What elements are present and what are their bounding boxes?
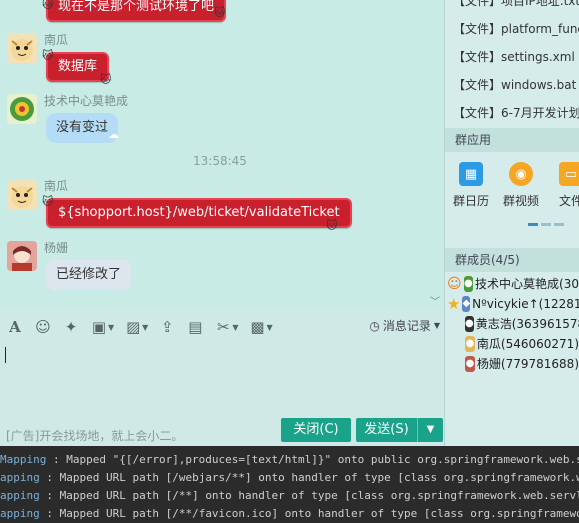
sender-name: 南瓜	[44, 179, 69, 193]
app-label: 群日历	[452, 194, 489, 208]
star-icon: ★	[447, 295, 461, 313]
avatar: ●	[465, 356, 475, 372]
calendar-icon: ▦	[459, 162, 483, 186]
gift-icon[interactable]: ▤	[182, 316, 208, 338]
group-apps-header: 群应用	[445, 128, 579, 152]
app-label: 群视频	[502, 194, 539, 208]
chevron-down-icon[interactable]: ▼	[232, 323, 238, 332]
avatar: ●	[465, 316, 474, 332]
member-item[interactable]: ● 南瓜(546060271)	[445, 334, 579, 354]
history-icon: ◷	[369, 318, 380, 333]
emoji-icon[interactable]: ☺	[30, 316, 56, 338]
cartoon-decoration-icon: 🐱	[100, 73, 112, 86]
message-bubble: 已经修改了	[46, 260, 132, 290]
close-button[interactable]: 关闭(C)	[281, 418, 351, 442]
text-caret	[5, 347, 6, 363]
file-item[interactable]: 【文件】6-7月开发计划.x	[445, 99, 579, 127]
member-item[interactable]: ● 黄志浩(363961578)	[445, 314, 579, 334]
member-name: 技术中心莫艳成(30	[475, 277, 579, 291]
chevron-down-icon[interactable]: ▼	[108, 323, 114, 332]
avatar: ●	[463, 276, 474, 292]
collapse-arrow-icon[interactable]: ﹀	[430, 293, 440, 308]
avatar[interactable]	[7, 94, 37, 124]
cartoon-decoration-icon: 🐱	[42, 49, 54, 62]
console-log[interactable]: Mapping : Mapped "{[/error],produces=[te…	[0, 446, 579, 523]
folder-icon: ▭	[559, 162, 579, 186]
cartoon-decoration-icon: 🐱	[42, 195, 54, 208]
avatar[interactable]	[7, 33, 37, 63]
message-timestamp: 13:58:45	[193, 154, 247, 168]
message-history-button[interactable]: ◷ 消息记录 ▼	[369, 317, 440, 334]
file-item[interactable]: 【文件】windows.bat	[445, 71, 579, 99]
avatar: ●	[465, 336, 475, 352]
avatar[interactable]	[7, 180, 37, 210]
member-item[interactable]: ★ ◆ Nºvicykie↑(1228115	[445, 294, 579, 314]
log-line: apping : Mapped URL path [/**/favicon.ic…	[0, 507, 579, 520]
input-toolbar: A ☺ ✦ ▣ ▼ ▨ ▼ ⇪ ▤ ✂ ▼ ▩ ▼ ◷ 消息记录 ▼	[0, 313, 444, 341]
app-files[interactable]: ▭ 文件	[549, 162, 579, 209]
magic-icon[interactable]: ✦	[58, 316, 84, 338]
log-line: apping : Mapped URL path [/**] onto hand…	[0, 489, 579, 502]
owner-icon: ☺	[447, 276, 462, 292]
sender-name: 杨姗	[44, 241, 69, 255]
member-name: 南瓜(546060271)	[476, 337, 579, 351]
video-icon: ◉	[509, 162, 533, 186]
shared-file-list: 【文件】项目IP地址.txt 【文件】platform_function 【文件…	[445, 0, 579, 127]
message-bubble: 现在不是那个测试环境了吧	[46, 0, 227, 22]
file-item[interactable]: 【文件】项目IP地址.txt	[445, 0, 579, 15]
member-list: ☺ ● 技术中心莫艳成(30 ★ ◆ Nºvicykie↑(1228115 ● …	[445, 272, 579, 374]
member-name: 黄志浩(363961578)	[475, 317, 579, 331]
send-options-dropdown[interactable]: ▼	[418, 418, 443, 442]
page-indicator[interactable]	[528, 223, 564, 226]
cartoon-decoration-icon: 🐱	[42, 0, 54, 11]
member-name: Nºvicykie↑(1228115	[472, 297, 579, 311]
avatar: ◆	[462, 296, 471, 312]
sender-name: 南瓜	[44, 33, 69, 47]
send-label[interactable]: 发送(S)	[356, 418, 418, 442]
message-bubble: ${shopport.host}/web/ticket/validateTick…	[46, 198, 352, 228]
member-item[interactable]: ● 杨姗(779781688)	[445, 354, 579, 374]
ad-text[interactable]: [广告]开会找场地，就上会小二。	[6, 427, 183, 444]
file-item[interactable]: 【文件】platform_function	[445, 15, 579, 43]
app-video[interactable]: ◉ 群视频	[499, 162, 543, 209]
group-apps: ▦ 群日历 ◉ 群视频 ▭ 文件	[445, 152, 579, 252]
app-calendar[interactable]: ▦ 群日历	[449, 162, 493, 209]
chat-history[interactable]: 现在不是那个测试环境了吧 🐱 🐱 南瓜 数据库 🐱 🐱 技术中心莫艳成 没有变过…	[0, 0, 444, 308]
avatar[interactable]	[7, 241, 37, 271]
cloud-decoration-icon: ☁	[108, 128, 119, 141]
app-label: 文件	[558, 194, 579, 208]
send-button[interactable]: 发送(S) ▼	[356, 418, 443, 442]
sender-name: 技术中心莫艳成	[44, 94, 129, 108]
group-side-panel: 【文件】项目IP地址.txt 【文件】platform_function 【文件…	[444, 0, 579, 446]
member-name: 杨姗(779781688)	[476, 357, 579, 371]
upload-icon[interactable]: ⇪	[154, 316, 180, 338]
message-input[interactable]	[0, 341, 444, 416]
chevron-down-icon[interactable]: ▼	[266, 323, 272, 332]
chevron-down-icon[interactable]: ▼	[142, 323, 148, 332]
log-line: Mapping : Mapped "{[/error],produces=[te…	[0, 453, 579, 466]
file-item[interactable]: 【文件】settings.xml	[445, 43, 579, 71]
cartoon-decoration-icon: 🐱	[326, 219, 338, 232]
message-history-label: 消息记录	[382, 319, 431, 333]
cartoon-decoration-icon: 🐱	[214, 6, 226, 19]
member-item[interactable]: ☺ ● 技术中心莫艳成(30	[445, 274, 579, 294]
chevron-down-icon: ▼	[433, 321, 440, 330]
font-icon[interactable]: A	[2, 316, 28, 338]
log-line: apping : Mapped URL path [/webjars/**] o…	[0, 471, 579, 484]
